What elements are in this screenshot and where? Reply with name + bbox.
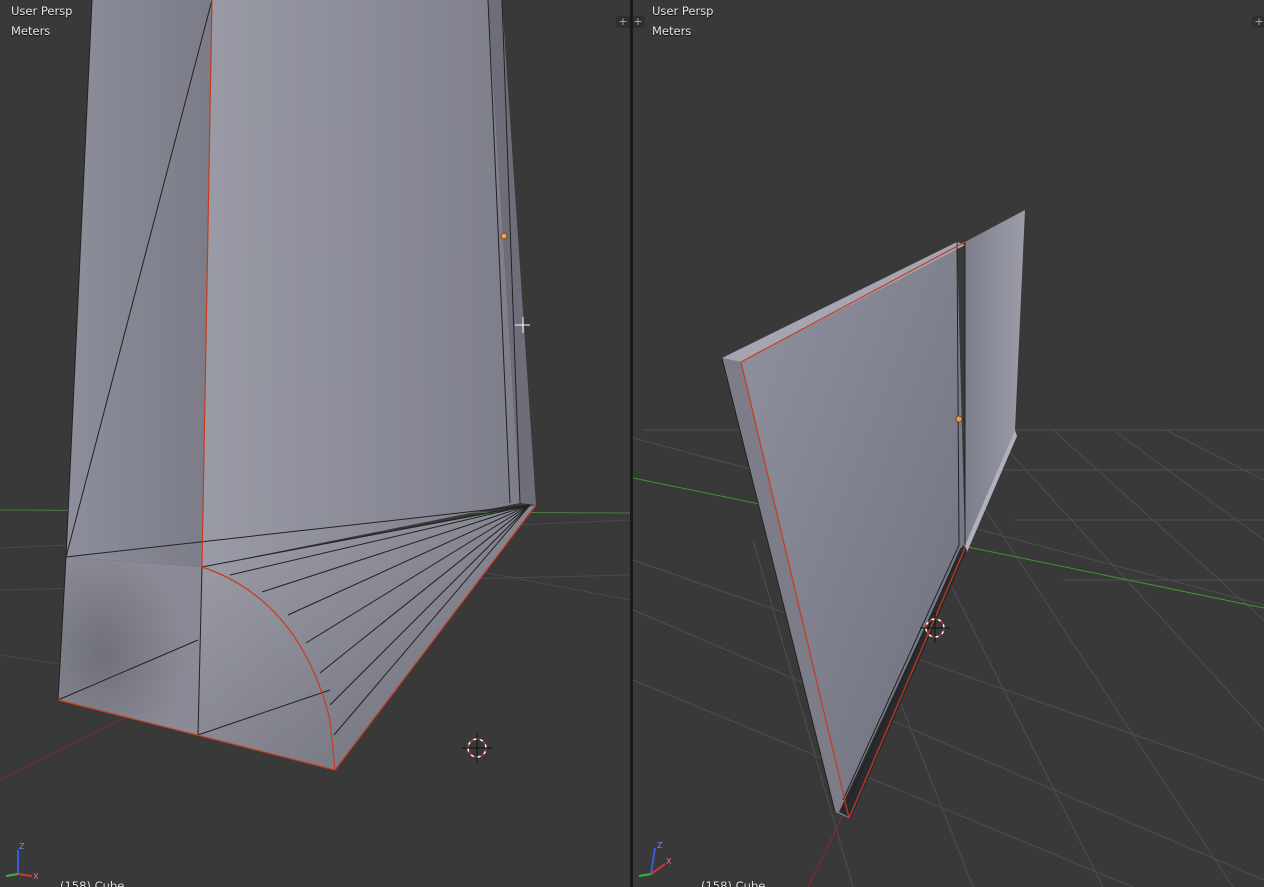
mesh-face-main[interactable]: [202, 0, 520, 567]
gizmo-z-label: Z: [19, 842, 25, 851]
viewport-right-title: User Persp: [652, 4, 714, 18]
axis-gizmo-icon: Z X: [638, 841, 672, 877]
object-origin-icon[interactable]: [500, 232, 508, 240]
mesh-face-back[interactable]: [965, 210, 1025, 545]
viewport-left-scene[interactable]: [0, 0, 630, 887]
gizmo-x-label: X: [666, 857, 672, 866]
axis-gizmo-icon: Z X: [5, 842, 39, 880]
viewport-right-status: (158) Cube: [701, 879, 766, 887]
object-origin-icon[interactable]: [955, 415, 963, 423]
viewport-right[interactable]: User Persp Meters Z X (158) Cube + +: [633, 0, 1264, 887]
3d-cursor-icon[interactable]: [462, 733, 492, 763]
split-corner-icon[interactable]: +: [1252, 16, 1264, 28]
viewport-left-status: (158) Cube: [60, 879, 125, 887]
gizmo-z-label: Z: [657, 841, 663, 850]
viewport-right-units: Meters: [652, 24, 692, 38]
viewport-left-units: Meters: [11, 24, 51, 38]
blender-workspace: User Persp Meters Z X (158) Cube + User …: [0, 0, 1264, 887]
split-corner-icon[interactable]: +: [633, 16, 645, 28]
viewport-left-title: User Persp: [11, 4, 73, 18]
split-corner-icon[interactable]: +: [616, 16, 630, 28]
viewport-left[interactable]: User Persp Meters Z X (158) Cube +: [0, 0, 630, 887]
x-axis-line: [0, 714, 131, 781]
gizmo-x-label: X: [33, 872, 39, 880]
x-axis-line: [807, 814, 844, 887]
viewport-right-scene[interactable]: [633, 0, 1264, 887]
mesh-face-lower-left[interactable]: [58, 557, 202, 735]
